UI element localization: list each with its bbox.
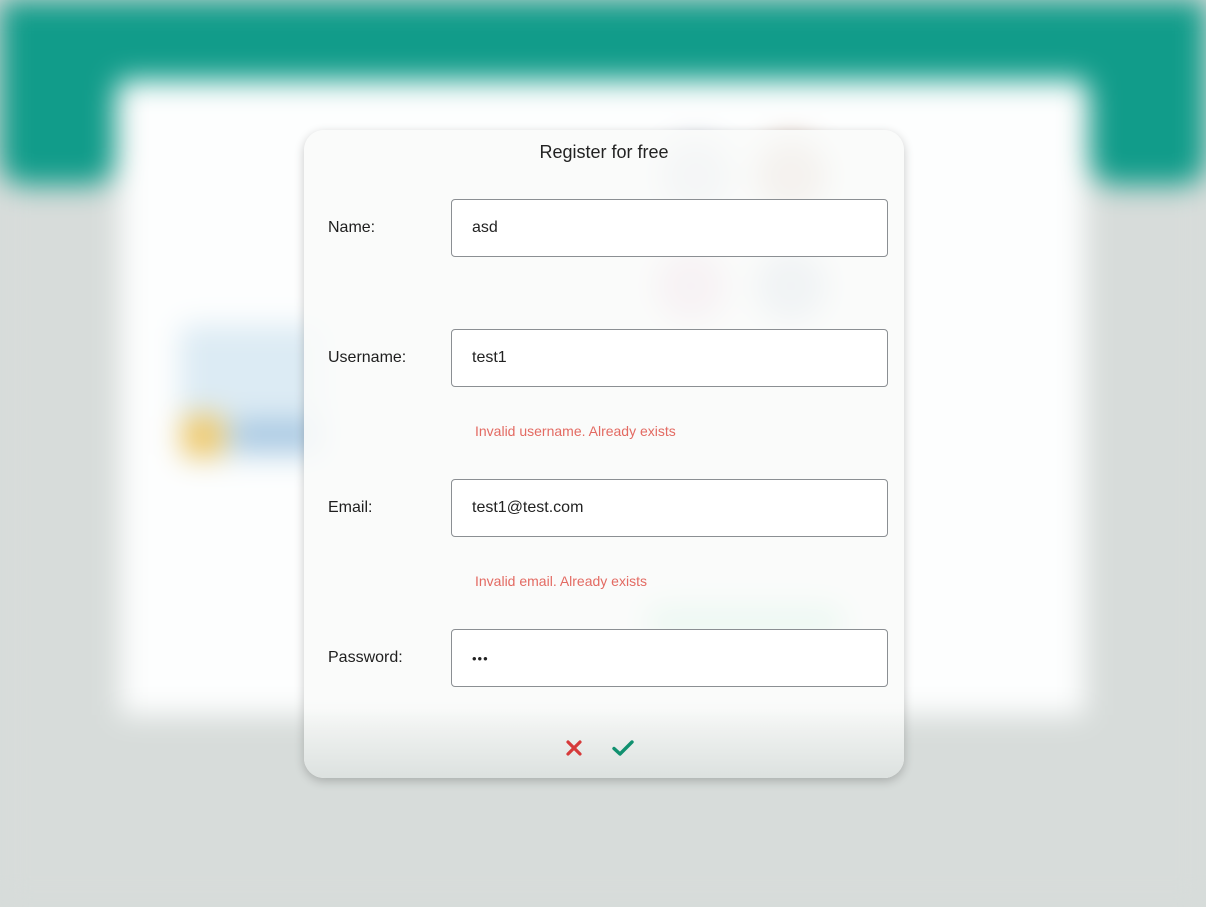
cancel-button[interactable] [558, 732, 590, 764]
background-header [0, 0, 1206, 90]
password-row: Password: [328, 629, 888, 687]
check-icon [612, 740, 634, 756]
dialog-title: Register for free [539, 142, 669, 162]
username-error: Invalid username. Already exists [475, 423, 676, 439]
dialog-footer [304, 708, 904, 778]
background-right-panel [1090, 0, 1206, 185]
username-row: Username: [328, 329, 888, 387]
confirm-button[interactable] [607, 732, 639, 764]
password-input[interactable] [451, 629, 888, 687]
email-input[interactable] [451, 479, 888, 537]
name-row: Name: [328, 199, 888, 257]
name-label: Name: [328, 219, 376, 236]
close-icon [566, 740, 582, 756]
email-error: Invalid email. Already exists [475, 573, 647, 589]
register-dialog: Register for free Name: Username: Invali… [304, 130, 904, 778]
background-card-badge [182, 415, 224, 457]
username-label: Username: [328, 349, 407, 366]
email-row: Email: [328, 479, 888, 537]
email-label: Email: [328, 499, 373, 516]
password-label: Password: [328, 649, 403, 666]
background-left-panel [0, 0, 115, 185]
name-input[interactable] [451, 199, 888, 257]
username-input[interactable] [451, 329, 888, 387]
